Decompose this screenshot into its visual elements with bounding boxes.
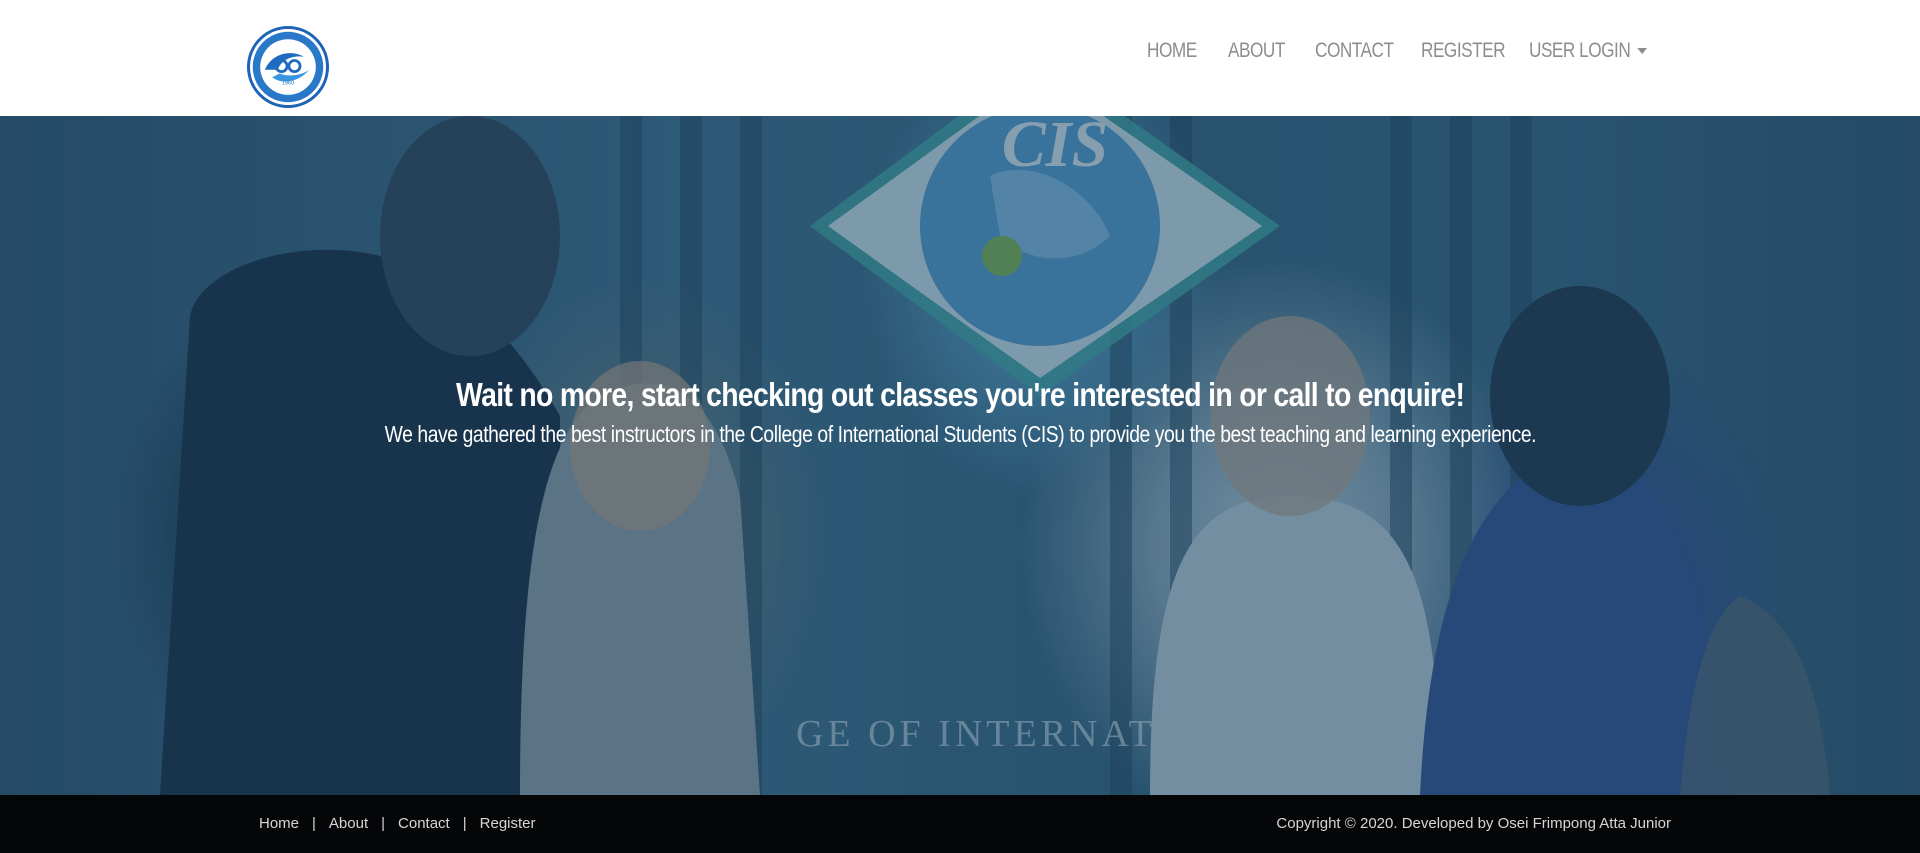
footer-link-register[interactable]: Register: [480, 815, 536, 832]
nav-contact[interactable]: CONTACT: [1315, 36, 1394, 66]
svg-text:1960: 1960: [282, 81, 294, 87]
navbar: 1960 HOME ABOUT CONTACT REGISTER USER LO…: [0, 0, 1920, 116]
nav-register[interactable]: REGISTER: [1421, 36, 1506, 66]
caret-down-icon: [1636, 48, 1647, 55]
footer-separator: |: [381, 815, 386, 832]
footer-separator: |: [462, 815, 467, 832]
footer-links: Home | About | Contact | Register: [259, 795, 536, 853]
nav-user-login-dropdown[interactable]: USER LOGIN: [1529, 36, 1647, 66]
footer: Home | About | Contact | Register Copyright © …: [0, 795, 1920, 853]
nav-about[interactable]: ABOUT: [1228, 36, 1285, 66]
hero-section: CIS GE OF INTERNATIO Wait no more, start…: [0, 116, 1920, 795]
footer-separator: |: [312, 815, 316, 832]
hero-overlay: [0, 116, 1920, 795]
nav-home[interactable]: HOME: [1147, 36, 1197, 66]
footer-link-about[interactable]: About: [329, 815, 368, 832]
user-login-label: USER LOGIN: [1529, 39, 1631, 62]
copyright-text: Copyright © 2020. Developed by Osei Frim…: [1276, 815, 1671, 832]
footer-link-contact[interactable]: Contact: [398, 815, 450, 832]
footer-link-home[interactable]: Home: [259, 815, 299, 832]
hero-title: Wait no more, start checking out classes…: [455, 376, 1465, 413]
main-nav: HOME ABOUT CONTACT REGISTER USER LOGIN: [0, 36, 1920, 66]
hero-subtitle: We have gathered the best instructors in…: [384, 421, 1536, 447]
